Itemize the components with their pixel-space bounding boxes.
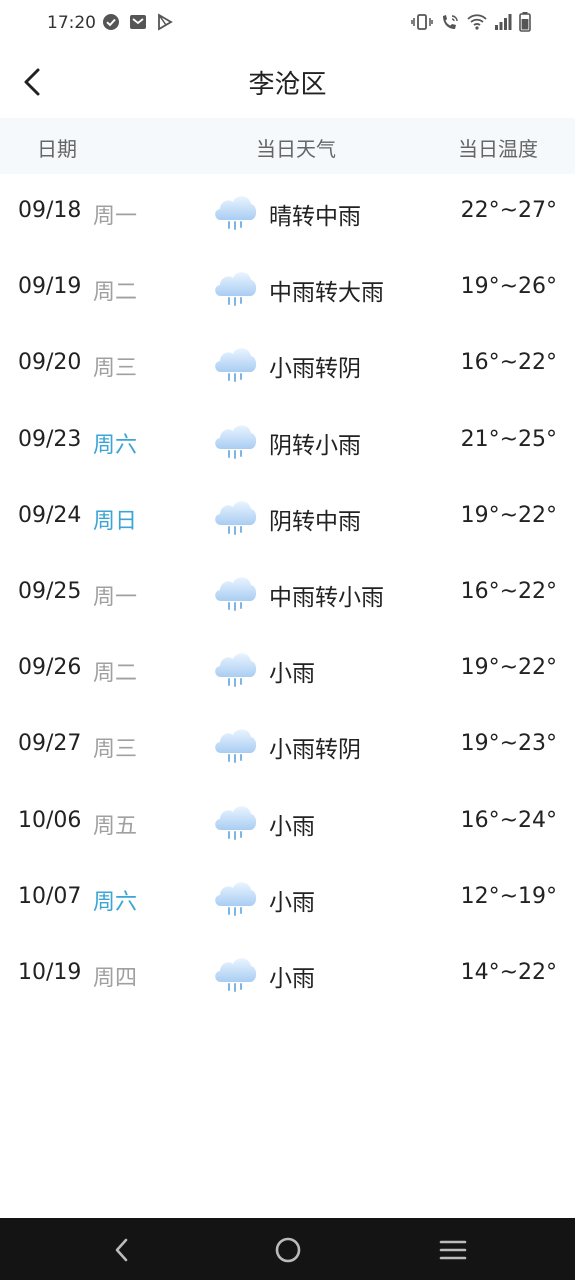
forecast-temperature: 19°~22° xyxy=(460,655,557,681)
rain-cloud-icon xyxy=(215,881,257,916)
forecast-description: 中雨转大雨 xyxy=(269,280,384,307)
rain-cloud-icon xyxy=(215,348,257,383)
forecast-date: 09/27 xyxy=(18,731,82,757)
forecast-weekday: 周三 xyxy=(93,356,138,382)
forecast-date: 09/23 xyxy=(18,426,82,452)
home-circle-icon[interactable] xyxy=(273,1235,303,1265)
column-header-date: 日期 xyxy=(37,137,77,161)
rain-cloud-icon xyxy=(215,653,257,688)
forecast-list: 09/18 周一 晴转中雨 22°~27° 09/19 周二 中雨转大雨 19°… xyxy=(0,174,575,1012)
forecast-description: 阴转中雨 xyxy=(269,508,361,535)
forecast-temperature: 16°~24° xyxy=(460,807,557,833)
forecast-date: 10/06 xyxy=(18,807,82,833)
rain-cloud-icon xyxy=(215,196,257,230)
forecast-description: 小雨转阴 xyxy=(269,356,361,383)
forecast-description: 中雨转小雨 xyxy=(269,584,384,611)
wifi-icon xyxy=(467,14,487,30)
forecast-weekday: 周一 xyxy=(93,204,138,229)
forecast-row[interactable]: 10/19 周四 小雨 14°~22° xyxy=(0,936,575,1012)
forecast-temperature: 12°~19° xyxy=(460,883,557,909)
forecast-weekday: 周三 xyxy=(93,737,138,763)
column-header-temp: 当日温度 xyxy=(458,137,538,161)
forecast-row[interactable]: 09/18 周一 晴转中雨 22°~27° xyxy=(0,174,575,250)
forecast-weekday: 周五 xyxy=(93,813,138,839)
signal-icon xyxy=(495,14,512,30)
status-bar: 17:20 xyxy=(0,0,575,46)
status-notification-icons xyxy=(102,13,174,31)
app-header: 李沧区 xyxy=(0,46,575,118)
forecast-description: 小雨转阴 xyxy=(269,737,361,764)
forecast-temperature: 16°~22° xyxy=(460,350,557,376)
check-circle-icon xyxy=(103,14,119,30)
forecast-weekday: 周二 xyxy=(93,661,138,687)
forecast-description: 阴转小雨 xyxy=(269,432,361,459)
forecast-weekday: 周一 xyxy=(93,584,138,610)
forecast-date: 09/19 xyxy=(18,274,82,300)
system-navigation-bar xyxy=(0,1218,575,1280)
status-time: 17:20 xyxy=(47,13,96,33)
forecast-temperature: 21°~25° xyxy=(460,426,557,452)
wifi-call-icon xyxy=(443,15,458,29)
forecast-description: 小雨 xyxy=(269,965,315,992)
forecast-date: 09/20 xyxy=(18,350,82,376)
forecast-temperature: 19°~23° xyxy=(460,731,557,757)
forecast-row[interactable]: 09/25 周一 中雨转小雨 16°~22° xyxy=(0,555,575,631)
forecast-date: 09/26 xyxy=(18,655,82,681)
forecast-weekday: 周日 xyxy=(93,508,138,534)
rain-cloud-icon xyxy=(215,729,257,764)
forecast-description: 小雨 xyxy=(269,889,315,916)
rain-cloud-icon xyxy=(215,424,257,459)
menu-lines-icon[interactable] xyxy=(438,1235,468,1265)
forecast-date: 10/07 xyxy=(18,883,82,909)
forecast-description: 小雨 xyxy=(269,661,315,688)
rain-cloud-icon xyxy=(215,805,257,840)
forecast-row[interactable]: 09/19 周二 中雨转大雨 19°~26° xyxy=(0,250,575,326)
forecast-weekday: 周四 xyxy=(93,965,138,991)
rain-cloud-icon xyxy=(215,958,257,992)
forecast-description: 小雨 xyxy=(269,813,315,840)
vibrate-icon xyxy=(411,14,433,30)
column-header-weather: 当日天气 xyxy=(256,137,336,161)
status-system-icons xyxy=(411,12,531,32)
forecast-temperature: 19°~22° xyxy=(460,502,557,528)
mail-icon xyxy=(130,15,146,29)
rain-cloud-icon xyxy=(215,500,257,535)
forecast-weekday: 周六 xyxy=(93,432,138,458)
forecast-date: 09/24 xyxy=(18,502,82,528)
forecast-row[interactable]: 10/06 周五 小雨 16°~24° xyxy=(0,784,575,860)
rain-cloud-icon xyxy=(215,272,257,307)
forecast-date: 10/19 xyxy=(18,959,82,985)
forecast-temperature: 14°~22° xyxy=(460,959,557,985)
forecast-weekday: 周二 xyxy=(93,280,138,306)
forecast-temperature: 19°~26° xyxy=(460,274,557,300)
page-title: 李沧区 xyxy=(248,70,327,100)
forecast-temperature: 22°~27° xyxy=(460,198,557,223)
column-header-row: 日期 当日天气 当日温度 xyxy=(0,118,575,174)
forecast-weekday: 周六 xyxy=(93,889,138,915)
forecast-row[interactable]: 09/23 周六 阴转小雨 21°~25° xyxy=(0,403,575,479)
back-triangle-icon[interactable] xyxy=(107,1235,137,1265)
forecast-row[interactable]: 09/27 周三 小雨转阴 19°~23° xyxy=(0,707,575,783)
forecast-description: 晴转中雨 xyxy=(269,204,361,230)
forecast-row[interactable]: 09/20 周三 小雨转阴 16°~22° xyxy=(0,326,575,402)
play-store-icon xyxy=(158,13,173,31)
forecast-row[interactable]: 09/26 周二 小雨 19°~22° xyxy=(0,631,575,707)
rain-cloud-icon xyxy=(215,577,257,611)
forecast-row[interactable]: 09/24 周日 阴转中雨 19°~22° xyxy=(0,479,575,555)
forecast-temperature: 16°~22° xyxy=(460,578,557,604)
forecast-row[interactable]: 10/07 周六 小雨 12°~19° xyxy=(0,860,575,936)
forecast-date: 09/18 xyxy=(18,198,82,223)
battery-icon xyxy=(519,12,531,32)
forecast-date: 09/25 xyxy=(18,578,82,604)
